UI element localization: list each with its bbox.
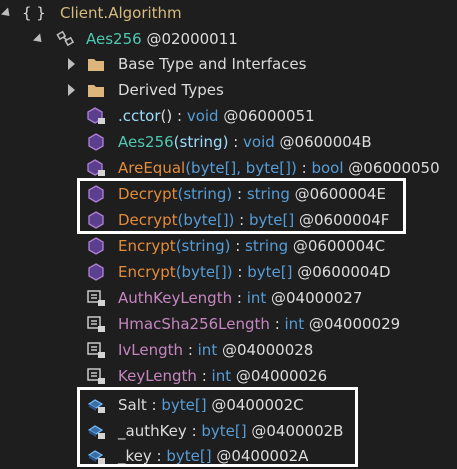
class-name: Aes256 xyxy=(86,30,142,48)
method-lock-icon xyxy=(87,159,105,176)
method-icon xyxy=(88,263,104,281)
folder-label: Derived Types xyxy=(118,81,224,99)
expand-arrow-icon[interactable] xyxy=(0,6,14,20)
method-icon xyxy=(88,237,104,255)
method-lock-icon xyxy=(87,107,105,124)
tree-node-method[interactable]: .cctor() : void @06000051 xyxy=(0,104,457,128)
namespace-name: Client.Algorithm xyxy=(60,4,182,22)
tree-node-class[interactable]: Aes256 @02000011 xyxy=(0,27,457,51)
tree-node-constant[interactable]: AuthKeyLength : int @04000027 xyxy=(0,286,457,310)
tree-node-method[interactable]: Aes256(string) : void @0600004B xyxy=(0,130,457,154)
expand-arrow-icon[interactable] xyxy=(32,32,46,46)
tree-node-method[interactable]: AreEqual(byte[], byte[]) : bool @0600005… xyxy=(0,156,457,180)
folder-icon xyxy=(88,85,104,97)
constant-icon xyxy=(87,368,105,384)
tree-node-method[interactable]: Encrypt(string) : string @0600004C xyxy=(0,234,457,258)
namespace-icon: { } xyxy=(22,4,46,22)
class-token: @02000011 xyxy=(141,30,238,48)
highlight-box-fields xyxy=(77,387,358,467)
collapse-arrow-icon[interactable] xyxy=(66,58,76,70)
tree-node-method[interactable]: Encrypt(byte[]) : byte[] @0600004D xyxy=(0,260,457,284)
class-icon xyxy=(56,30,75,47)
tree-node-namespace[interactable]: { } Client.Algorithm xyxy=(0,1,457,25)
folder-icon xyxy=(88,59,104,71)
tree-node-constant[interactable]: KeyLength : int @04000026 xyxy=(0,364,457,388)
collapse-arrow-icon[interactable] xyxy=(66,84,76,96)
constant-icon xyxy=(87,290,105,306)
folder-label: Base Type and Interfaces xyxy=(118,55,307,73)
tree-node-derived-types[interactable]: Derived Types xyxy=(0,78,457,102)
tree-node-base-types[interactable]: Base Type and Interfaces xyxy=(0,52,457,76)
tree-node-constant[interactable]: HmacSha256Length : int @04000029 xyxy=(0,312,457,336)
constant-icon xyxy=(87,316,105,332)
constant-icon xyxy=(87,342,105,358)
method-icon xyxy=(88,133,104,151)
tree-node-constant[interactable]: IvLength : int @04000028 xyxy=(0,338,457,362)
highlight-box-decrypt xyxy=(77,178,406,234)
